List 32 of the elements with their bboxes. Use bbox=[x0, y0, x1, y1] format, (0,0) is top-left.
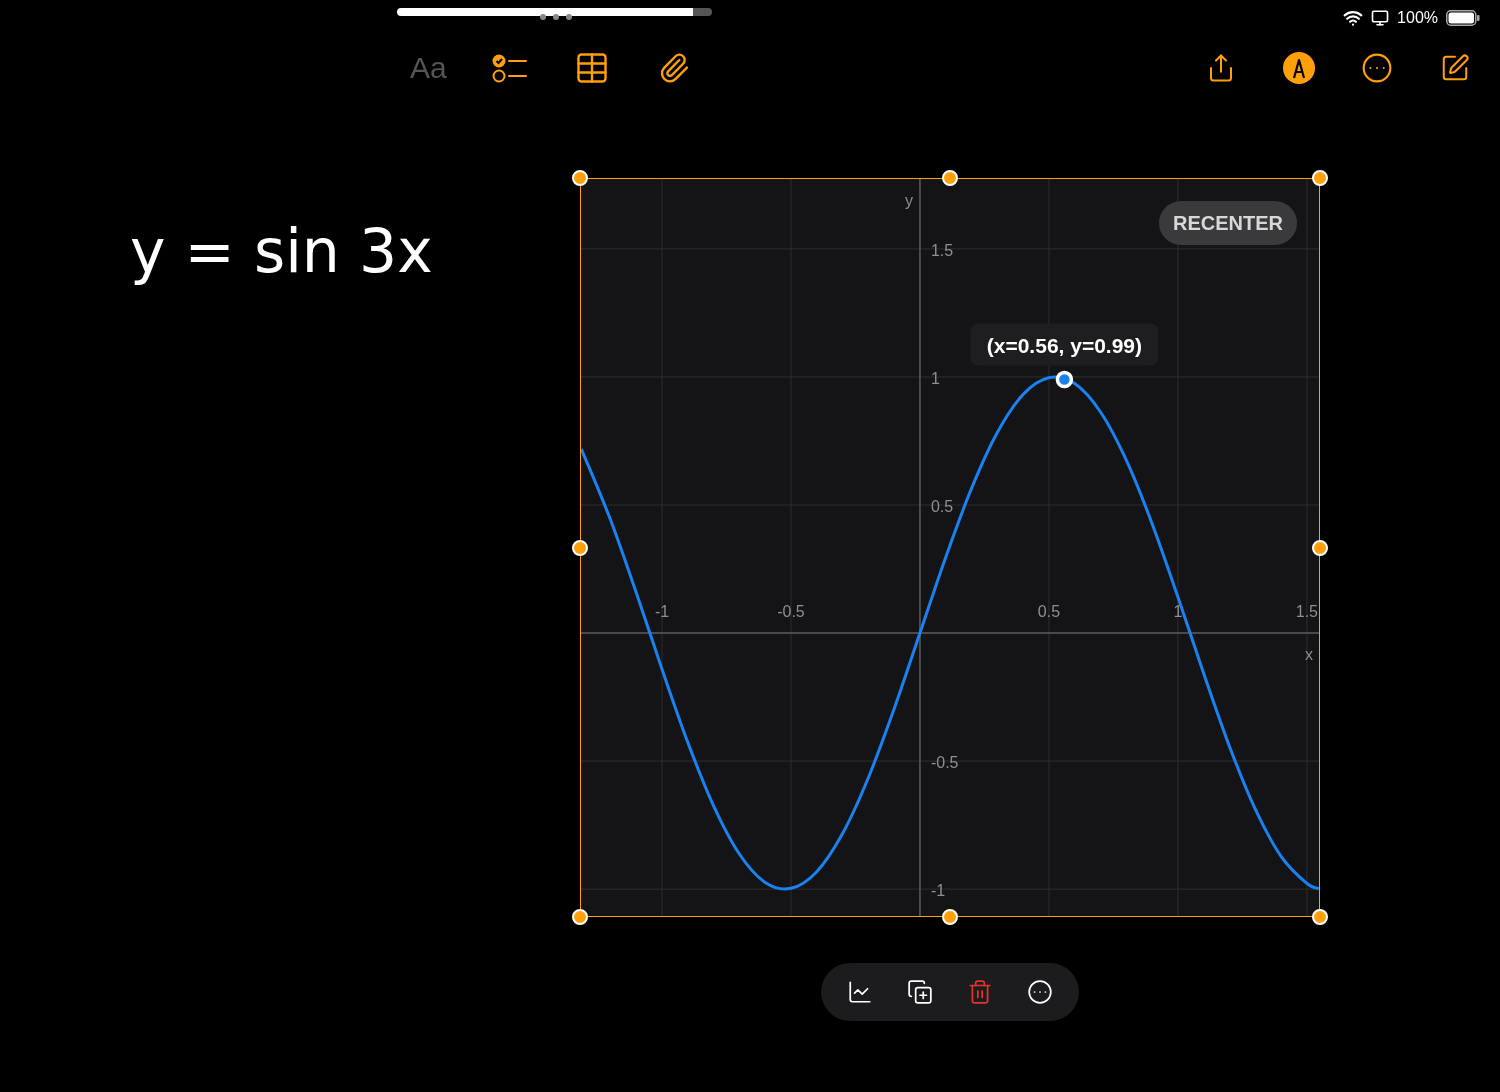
resize-handle[interactable] bbox=[942, 170, 958, 186]
coordinate-label: (x=0.56, y=0.99) bbox=[986, 333, 1143, 357]
resize-handle[interactable] bbox=[1312, 909, 1328, 925]
duplicate-button[interactable] bbox=[905, 977, 935, 1007]
resize-handle[interactable] bbox=[1312, 170, 1328, 186]
tick-label: -0.5 bbox=[777, 603, 805, 621]
tick-label: 0.5 bbox=[930, 498, 954, 515]
resize-handle[interactable] bbox=[942, 909, 958, 925]
more-button[interactable] bbox=[1025, 977, 1055, 1007]
markup-button[interactable] bbox=[1280, 49, 1318, 87]
battery-percentage: 100% bbox=[1397, 9, 1438, 27]
tick-label: -0.5 bbox=[930, 754, 959, 772]
tick-label: -1 bbox=[654, 603, 670, 621]
tick-label: 1 bbox=[1173, 603, 1183, 621]
tick-label: -1 bbox=[930, 882, 946, 900]
graph-card[interactable]: -1 -0.5 0.5 1 1.5 -1 -0.5 0.5 1 1.5 y x (x=0.56, y=0.99) RECENTER bbox=[580, 178, 1320, 917]
battery-icon bbox=[1446, 10, 1480, 26]
handwritten-equation: y = sin 3x bbox=[130, 216, 433, 286]
resize-handle[interactable] bbox=[572, 170, 588, 186]
axis-label: x bbox=[1305, 646, 1313, 664]
data-point[interactable] bbox=[1055, 370, 1074, 389]
tick-label: 1 bbox=[930, 369, 940, 387]
recenter-button[interactable]: RECENTER bbox=[1159, 201, 1297, 245]
resize-handle[interactable] bbox=[572, 539, 588, 556]
wifi-icon bbox=[1343, 8, 1364, 28]
resize-handle[interactable] bbox=[572, 909, 588, 925]
axis-label: y bbox=[904, 192, 913, 209]
tick-label: 0.5 bbox=[1037, 603, 1061, 621]
display-icon bbox=[1371, 9, 1390, 27]
tick-label: 1.5 bbox=[1295, 603, 1318, 621]
multitasking-dots-icon[interactable] bbox=[540, 14, 572, 20]
tick-label: 1.5 bbox=[930, 241, 954, 259]
